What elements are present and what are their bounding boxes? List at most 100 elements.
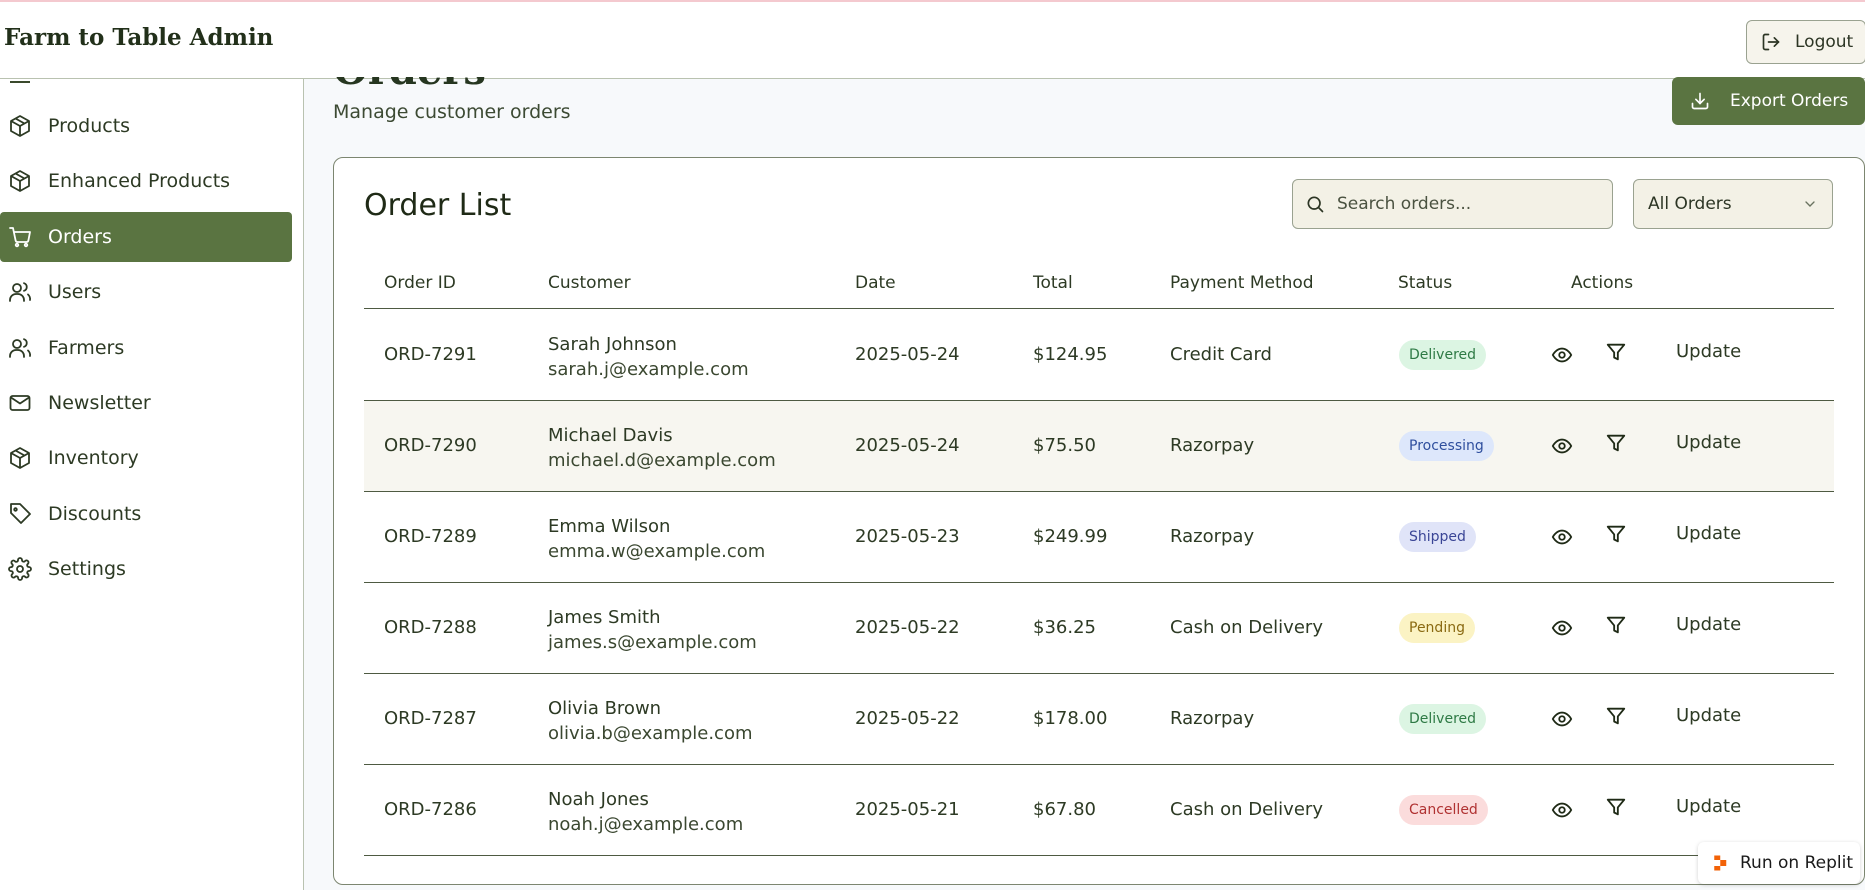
order-date: 2025-05-21	[855, 799, 960, 820]
update-status-button[interactable]: Update	[1676, 341, 1741, 362]
column-header-customer: Customer	[548, 273, 631, 293]
top-bar: Farm to Table Admin Logout	[0, 0, 1865, 79]
run-on-replit-label: Run on Replit	[1740, 853, 1853, 873]
sidebar-item-farmers[interactable]: Farmers	[0, 323, 292, 373]
status-badge: Shipped	[1399, 522, 1476, 552]
column-header-date: Date	[855, 273, 896, 293]
main-content: Orders Manage customer orders Export Ord…	[304, 77, 1865, 890]
table-row: ORD-7290 Michael Davis michael.d@example.c…	[364, 401, 1834, 492]
order-date: 2025-05-22	[855, 708, 960, 729]
customer-name: Noah Jones	[548, 789, 649, 810]
customer-name: Emma Wilson	[548, 516, 671, 537]
status-badge: Pending	[1399, 613, 1475, 643]
status-badge: Delivered	[1399, 704, 1487, 734]
column-header-total: Total	[1033, 273, 1073, 293]
view-order-eye-icon[interactable]	[1551, 617, 1573, 639]
status-filter-select[interactable]: All Orders	[1633, 179, 1833, 229]
sidebar-item-label: Enhanced Products	[48, 170, 231, 193]
page-subtitle: Manage customer orders	[333, 101, 571, 123]
sidebar-item-inventory[interactable]: Inventory	[0, 433, 292, 483]
sidebar-item-users[interactable]: Users	[0, 267, 292, 317]
download-icon	[1691, 92, 1709, 110]
order-id: ORD-7287	[384, 708, 477, 729]
users-icon	[8, 336, 32, 360]
table-row: ORD-7287 Olivia Brown olivia.b@example.com…	[364, 674, 1834, 765]
view-order-eye-icon[interactable]	[1551, 708, 1573, 730]
sidebar-item-discounts[interactable]: Discounts	[0, 489, 292, 539]
sidebar-item-settings[interactable]: Settings	[0, 544, 292, 594]
order-id: ORD-7288	[384, 617, 477, 638]
tag-icon	[8, 502, 32, 526]
sidebar-item-enhanced-products[interactable]: Enhanced Products	[0, 156, 292, 206]
sidebar: Products Enhanced Products Orders Users Farm…	[0, 79, 304, 890]
package-icon	[8, 446, 32, 470]
payment-method: Razorpay	[1170, 435, 1255, 456]
order-id: ORD-7289	[384, 526, 477, 547]
order-list-title: Order List	[364, 188, 512, 223]
package-icon	[8, 114, 32, 138]
column-header-order-id: Order ID	[384, 273, 456, 293]
payment-method: Cash on Delivery	[1170, 799, 1323, 820]
update-status-button[interactable]: Update	[1676, 432, 1741, 453]
export-orders-button[interactable]: Export Orders	[1672, 77, 1865, 125]
table-row: ORD-7289 Emma Wilson emma.w@example.com 202…	[364, 492, 1834, 583]
table-header: Order ID Customer Date Total Payment Method S…	[364, 258, 1834, 309]
payment-method: Razorpay	[1170, 526, 1255, 547]
customer-email: noah.j@example.com	[548, 814, 744, 835]
order-total: $36.25	[1033, 617, 1096, 638]
order-date: 2025-05-24	[855, 435, 960, 456]
mail-icon	[8, 391, 32, 415]
customer-email: sarah.j@example.com	[548, 359, 749, 380]
view-order-eye-icon[interactable]	[1551, 526, 1573, 548]
status-badge: Cancelled	[1399, 795, 1488, 825]
update-status-filter-icon[interactable]	[1605, 341, 1627, 363]
order-list-card: Order List Search orders... All Orders O…	[333, 157, 1865, 885]
search-placeholder: Search orders...	[1337, 194, 1472, 214]
update-status-filter-icon[interactable]	[1605, 796, 1627, 818]
order-id: ORD-7291	[384, 344, 477, 365]
update-status-filter-icon[interactable]	[1605, 523, 1627, 545]
customer-name: James Smith	[548, 607, 661, 628]
sidebar-item-label: Settings	[48, 558, 126, 581]
sidebar-item-newsletter[interactable]: Newsletter	[0, 378, 292, 428]
table-row: ORD-7286 Noah Jones noah.j@example.com 2025…	[364, 765, 1834, 856]
update-status-button[interactable]: Update	[1676, 705, 1741, 726]
customer-email: olivia.b@example.com	[548, 723, 753, 744]
customer-cell: Noah Jones noah.j@example.com	[548, 787, 743, 837]
update-status-button[interactable]: Update	[1676, 614, 1741, 635]
update-status-filter-icon[interactable]	[1605, 432, 1627, 454]
column-header-actions: Actions	[1571, 273, 1634, 293]
update-status-filter-icon[interactable]	[1605, 705, 1627, 727]
order-id: ORD-7290	[384, 435, 477, 456]
customer-cell: Emma Wilson emma.w@example.com	[548, 514, 765, 564]
column-header-payment-method: Payment Method	[1170, 273, 1314, 293]
customer-email: michael.d@example.com	[548, 450, 776, 471]
logout-button[interactable]: Logout	[1746, 20, 1865, 64]
order-date: 2025-05-22	[855, 617, 960, 638]
order-total: $178.00	[1033, 708, 1108, 729]
status-badge: Processing	[1399, 431, 1494, 461]
order-total: $67.80	[1033, 799, 1096, 820]
update-status-button[interactable]: Update	[1676, 796, 1741, 817]
customer-cell: Sarah Johnson sarah.j@example.com	[548, 332, 749, 382]
search-input[interactable]: Search orders...	[1292, 179, 1613, 229]
chevron-down-icon	[1805, 201, 1815, 207]
run-on-replit-button[interactable]: Run on Replit	[1698, 842, 1860, 884]
view-order-eye-icon[interactable]	[1551, 344, 1573, 366]
view-order-eye-icon[interactable]	[1551, 799, 1573, 821]
customer-cell: James Smith james.s@example.com	[548, 605, 757, 655]
customer-email: emma.w@example.com	[548, 541, 766, 562]
update-status-button[interactable]: Update	[1676, 523, 1741, 544]
customer-name: Michael Davis	[548, 425, 673, 446]
status-badge: Delivered	[1399, 340, 1487, 370]
view-order-eye-icon[interactable]	[1551, 435, 1573, 457]
app-title: Farm to Table Admin	[4, 24, 274, 51]
order-id: ORD-7286	[384, 799, 477, 820]
sidebar-item-products[interactable]: Products	[0, 101, 292, 151]
payment-method: Cash on Delivery	[1170, 617, 1323, 638]
order-total: $75.50	[1033, 435, 1096, 456]
update-status-filter-icon[interactable]	[1605, 614, 1627, 636]
cart-icon	[8, 225, 32, 249]
sidebar-item-orders[interactable]: Orders	[0, 211, 292, 262]
users-icon	[8, 280, 32, 304]
